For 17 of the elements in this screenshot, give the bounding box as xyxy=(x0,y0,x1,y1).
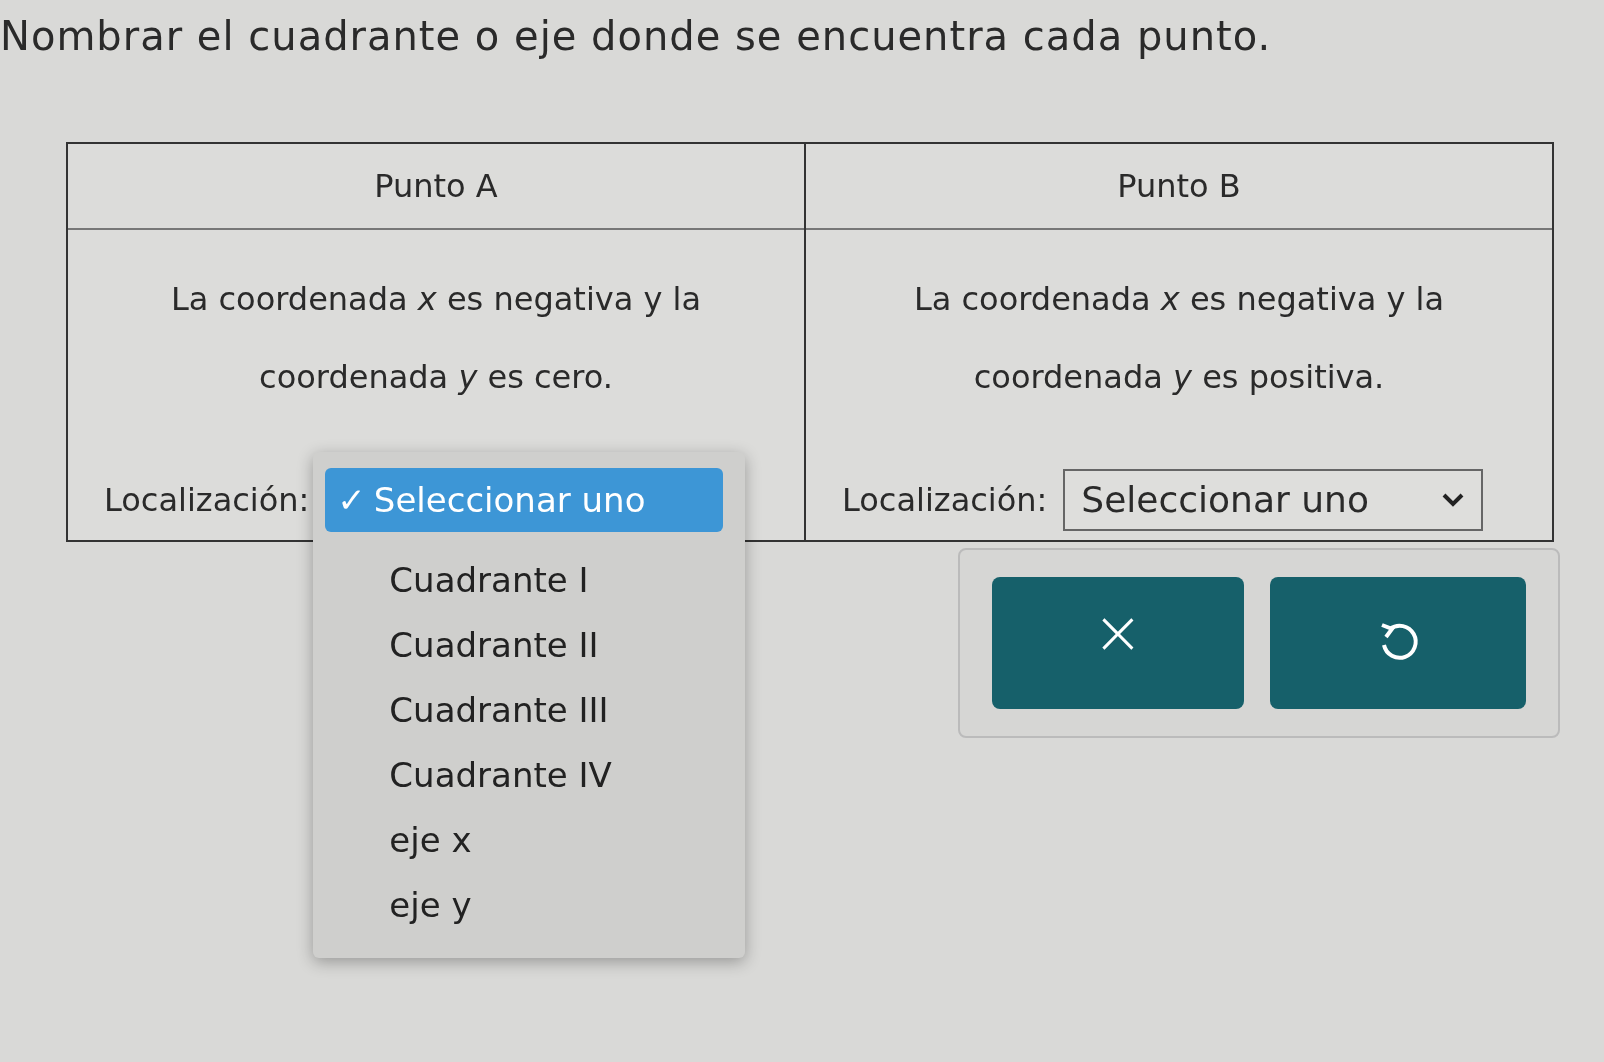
point-description: La coordenada x es negativa y la coordenada y es positiva. xyxy=(912,279,1446,398)
location-label: Localización: xyxy=(842,480,1048,521)
chevron-down-icon xyxy=(1441,492,1466,508)
dropdown-option[interactable]: Cuadrante III xyxy=(313,678,746,743)
dropdown-option[interactable]: Cuadrante II xyxy=(313,613,746,678)
column-header: Punto A xyxy=(374,166,498,207)
column-header: Punto B xyxy=(1117,166,1241,207)
location-select[interactable]: Seleccionar uno xyxy=(1063,469,1484,531)
reset-button[interactable] xyxy=(1270,577,1526,709)
dropdown-option[interactable]: Cuadrante I xyxy=(313,548,746,613)
instruction-text: Nombrar el cuadrante o eje donde se encuentra cada punto. xyxy=(0,12,1273,61)
dropdown-option[interactable]: eje x xyxy=(313,808,746,873)
clear-button[interactable]: × xyxy=(992,577,1244,709)
location-label: Localización: xyxy=(104,480,310,521)
point-description: La coordenada x es negativa y la coordenada y es cero. xyxy=(169,279,703,398)
dropdown-option[interactable]: Cuadrante IV xyxy=(313,743,746,808)
dropdown-option[interactable]: eje y xyxy=(313,873,746,938)
